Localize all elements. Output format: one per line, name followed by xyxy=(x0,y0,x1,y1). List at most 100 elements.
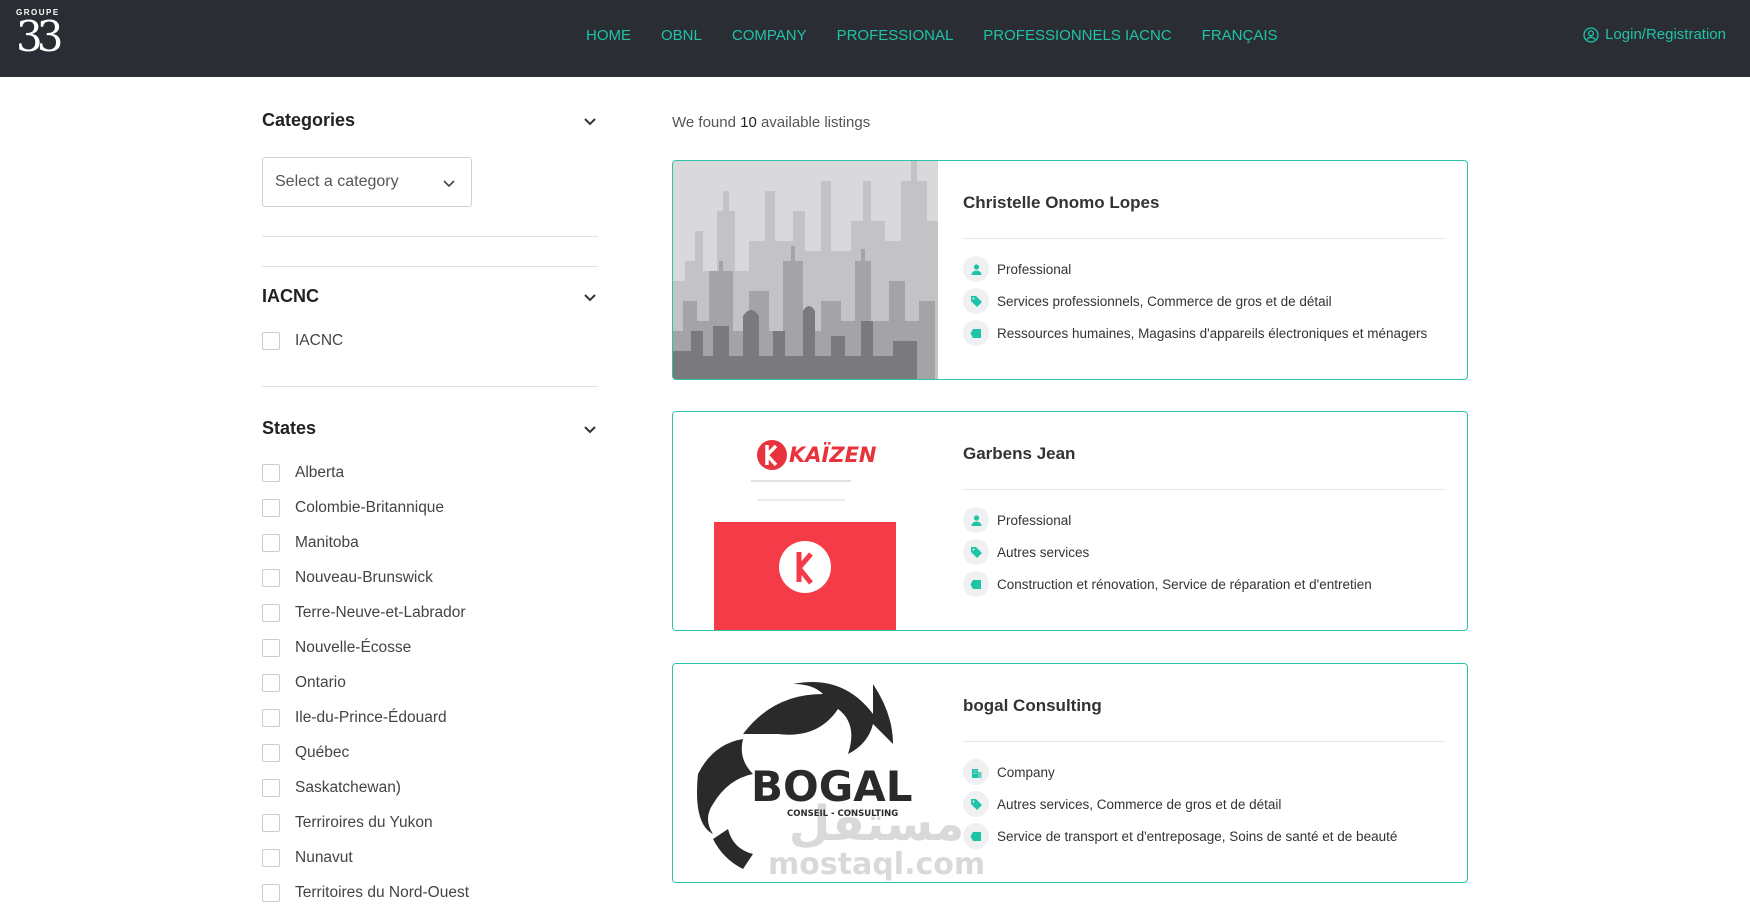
results-suffix: available listings xyxy=(760,114,871,131)
state-checkbox-row[interactable]: Ontario xyxy=(262,674,346,692)
listing-tags: Services professionnels, Commerce de gro… xyxy=(963,288,1332,314)
state-label: Colombie-Britannique xyxy=(295,499,445,516)
listing-card[interactable]: KAÏZEN Garbens Jean Professional Autres … xyxy=(672,411,1468,631)
checkbox[interactable] xyxy=(262,884,280,902)
state-checkbox-row[interactable]: Colombie-Britannique xyxy=(262,499,444,517)
states-title: States xyxy=(262,418,317,438)
category-select-value: Select a category xyxy=(275,173,399,190)
state-checkbox-row[interactable]: Saskatchewan) xyxy=(262,779,401,797)
main-nav: HOME OBNL COMPANY PROFESSIONAL PROFESSIO… xyxy=(586,27,1278,44)
state-checkbox-row[interactable]: Nouvelle-Écosse xyxy=(262,639,411,657)
login-link[interactable]: Login/Registration xyxy=(1583,26,1726,43)
state-checkbox-row[interactable]: Terre-Neuve-et-Labrador xyxy=(262,604,466,622)
listing-type-label: Company xyxy=(997,764,1055,780)
iacnc-checkbox-row[interactable]: IACNC xyxy=(262,332,343,350)
checkbox[interactable] xyxy=(262,639,280,657)
nav-francais[interactable]: FRANÇAIS xyxy=(1202,27,1278,44)
checkbox[interactable] xyxy=(262,464,280,482)
category-select[interactable]: Select a category xyxy=(262,157,472,207)
divider xyxy=(963,741,1445,742)
user-icon xyxy=(963,507,989,533)
state-label: Ile-du-Prince-Édouard xyxy=(295,709,447,726)
nav-professionnels-iacnc[interactable]: PROFESSIONNELS IACNC xyxy=(983,27,1171,44)
state-label: Nunavut xyxy=(295,849,353,866)
divider xyxy=(963,238,1445,239)
checkbox[interactable] xyxy=(262,779,280,797)
login-label: Login/Registration xyxy=(1605,26,1726,43)
user-circle-icon xyxy=(1583,26,1599,43)
state-checkbox-row[interactable]: Terriroires du Yukon xyxy=(262,814,433,832)
checkbox[interactable] xyxy=(262,744,280,762)
nav-professional[interactable]: PROFESSIONAL xyxy=(837,27,954,44)
listing-sectors: Ressources humaines, Magasins d'appareil… xyxy=(963,320,1427,346)
listing-tags-label: Services professionnels, Commerce de gro… xyxy=(997,293,1332,309)
label-icon xyxy=(963,320,989,346)
listing-type: Company xyxy=(963,759,1055,785)
divider xyxy=(262,236,598,237)
tag-icon xyxy=(963,539,989,565)
state-label: Nouvelle-Écosse xyxy=(295,639,412,656)
checkbox[interactable] xyxy=(262,604,280,622)
logo-number: 33 xyxy=(16,12,64,61)
listing-sectors-label: Construction et rénovation, Service de r… xyxy=(997,576,1372,592)
results-count: We found 10 available listings xyxy=(672,114,870,131)
checkbox[interactable] xyxy=(262,332,280,350)
state-label: Manitoba xyxy=(295,534,359,551)
state-checkbox-row[interactable]: Alberta xyxy=(262,464,344,482)
results-number: 10 xyxy=(740,114,757,131)
categories-title: Categories xyxy=(262,110,356,130)
nav-company[interactable]: COMPANY xyxy=(732,27,807,44)
user-icon xyxy=(963,256,989,282)
divider xyxy=(262,386,598,387)
nav-home[interactable]: HOME xyxy=(586,27,631,44)
state-label: Terriroires du Yukon xyxy=(295,814,433,831)
listing-title[interactable]: bogal Consulting xyxy=(963,696,1102,716)
tag-icon xyxy=(963,288,989,314)
state-checkbox-row[interactable]: Ile-du-Prince-Édouard xyxy=(262,709,447,727)
state-label: Terre-Neuve-et-Labrador xyxy=(295,604,466,621)
checkbox[interactable] xyxy=(262,499,280,517)
categories-header[interactable]: Categories xyxy=(262,110,598,140)
watermark-latin: mostaql.com xyxy=(768,847,986,882)
state-checkbox-row[interactable]: Manitoba xyxy=(262,534,359,552)
states-header[interactable]: States xyxy=(262,418,598,448)
chevron-down-icon xyxy=(584,118,596,126)
divider xyxy=(262,266,598,267)
listing-tags-label: Autres services xyxy=(997,544,1090,560)
state-checkbox-row[interactable]: Nouveau-Brunswick xyxy=(262,569,433,587)
chevron-down-icon xyxy=(584,426,596,434)
state-label: Québec xyxy=(295,744,350,761)
city-skyline-image xyxy=(673,161,938,379)
state-checkbox-row[interactable]: Québec xyxy=(262,744,349,762)
listing-sectors: Construction et rénovation, Service de r… xyxy=(963,571,1372,597)
listing-sectors-label: Service de transport et d'entreposage, S… xyxy=(997,828,1398,844)
building-icon xyxy=(963,759,989,785)
listing-type-label: Professional xyxy=(997,261,1072,277)
listing-tags: Autres services, Commerce de gros et de … xyxy=(963,791,1281,817)
iacnc-header[interactable]: IACNC xyxy=(262,286,598,316)
top-navbar: GROUPE 33 HOME OBNL COMPANY PROFESSIONAL… xyxy=(0,0,1750,77)
state-checkbox-row[interactable]: Territoires du Nord-Ouest xyxy=(262,884,469,902)
listing-title[interactable]: Christelle Onomo Lopes xyxy=(963,193,1159,213)
checkbox[interactable] xyxy=(262,569,280,587)
checkbox[interactable] xyxy=(262,709,280,727)
nav-obnl[interactable]: OBNL xyxy=(661,27,702,44)
listing-type-label: Professional xyxy=(997,512,1072,528)
checkbox[interactable] xyxy=(262,814,280,832)
listing-sectors: Service de transport et d'entreposage, S… xyxy=(963,823,1397,849)
state-label: Territoires du Nord-Ouest xyxy=(295,884,470,901)
checkbox[interactable] xyxy=(262,674,280,692)
state-checkbox-row[interactable]: Nunavut xyxy=(262,849,353,867)
iacnc-title: IACNC xyxy=(262,286,319,306)
groupe33-logo[interactable]: GROUPE 33 xyxy=(16,6,76,68)
listing-type: Professional xyxy=(963,256,1071,282)
kaizen-logo-image: KAÏZEN xyxy=(673,412,938,630)
chevron-down-icon xyxy=(443,180,455,188)
checkbox[interactable] xyxy=(262,849,280,867)
checkbox[interactable] xyxy=(262,534,280,552)
state-label: Saskatchewan) xyxy=(295,779,401,796)
state-label: Nouveau-Brunswick xyxy=(295,569,433,586)
state-label: Alberta xyxy=(295,464,345,481)
listing-title[interactable]: Garbens Jean xyxy=(963,444,1075,464)
listing-card[interactable]: Christelle Onomo Lopes Professional Serv… xyxy=(672,160,1468,380)
